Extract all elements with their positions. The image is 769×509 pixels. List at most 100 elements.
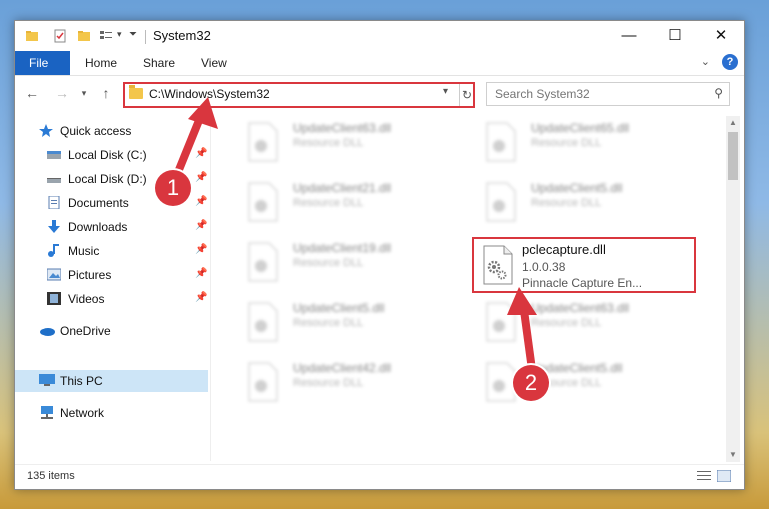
back-arrow-icon[interactable]: ← xyxy=(23,84,41,102)
qa-more-icon[interactable]: ⏷ xyxy=(129,29,143,43)
sidebar-item-label: Music xyxy=(68,244,100,258)
folder-icon xyxy=(25,29,39,43)
sidebar-item-label: Pictures xyxy=(68,268,112,282)
sidebar-item-videos[interactable]: Videos 📌 xyxy=(15,288,208,310)
sidebar-item-label: Local Disk (C:) xyxy=(68,148,147,162)
file-description: Resource DLL xyxy=(293,137,364,149)
pictures-icon xyxy=(46,268,62,281)
sidebar-item-label: Local Disk (D:) xyxy=(68,172,147,186)
maximize-button[interactable]: ☐ xyxy=(652,21,698,51)
properties-icon[interactable] xyxy=(53,29,67,43)
file-description: Resource DLL xyxy=(293,377,364,389)
file-name: UpdateClient63.dll xyxy=(293,121,392,135)
help-icon[interactable]: ? xyxy=(722,54,738,70)
title-bar: ▾ ⏷ System32 — ☐ ✕ xyxy=(15,21,744,51)
sidebar-item-music[interactable]: Music 📌 xyxy=(15,240,208,262)
dll-gear-file-icon xyxy=(482,245,514,285)
view-details-icon[interactable] xyxy=(99,29,113,43)
pin-icon[interactable]: 📌 xyxy=(195,292,207,303)
computer-icon xyxy=(39,374,55,387)
title-separator xyxy=(145,30,146,44)
sidebar-item-label: Videos xyxy=(68,292,105,306)
search-icon[interactable]: ⚲ xyxy=(714,86,723,100)
file-name: pclecapture.dll xyxy=(522,242,606,257)
sidebar-item-this-pc[interactable]: This PC xyxy=(15,370,208,392)
file-tile[interactable]: UpdateClient65.dll Resource DLL xyxy=(463,116,689,172)
pin-icon[interactable]: 📌 xyxy=(195,244,207,255)
file-name: UpdateClient65.dll xyxy=(531,121,630,135)
close-button[interactable]: ✕ xyxy=(698,21,744,51)
sidebar-item-label: This PC xyxy=(60,374,103,388)
file-tile[interactable]: UpdateClient5.dll Resource DLL xyxy=(225,296,451,352)
scroll-down-icon[interactable]: ▼ xyxy=(726,448,740,462)
details-view-icon[interactable] xyxy=(697,470,711,482)
star-icon xyxy=(39,124,53,137)
explorer-window: ▾ ⏷ System32 — ☐ ✕ File Home Share View … xyxy=(14,20,745,490)
item-count: 135 items xyxy=(27,470,75,482)
file-name: UpdateClient42.dll xyxy=(293,361,392,375)
file-description: Resource DLL xyxy=(531,197,602,209)
file-name: UpdateClient19.dll xyxy=(293,241,392,255)
scroll-thumb[interactable] xyxy=(728,132,738,180)
sidebar-item-label: Documents xyxy=(68,196,129,210)
dll-file-icon xyxy=(247,122,279,162)
search-box[interactable]: ⚲ xyxy=(486,82,730,106)
ribbon-tabs: File Home Share View ⌄ ? xyxy=(15,51,744,76)
downloads-icon xyxy=(47,220,61,233)
sidebar-item-downloads[interactable]: Downloads 📌 xyxy=(15,216,208,238)
tab-home[interactable]: Home xyxy=(71,51,131,75)
annotation-badge-2: 2 xyxy=(513,365,549,401)
drive-icon xyxy=(47,172,61,185)
tab-share[interactable]: Share xyxy=(129,51,189,75)
minimize-button[interactable]: — xyxy=(606,21,652,51)
sidebar-item-onedrive[interactable]: OneDrive xyxy=(15,320,208,342)
file-description: Resource DLL xyxy=(293,197,364,209)
file-description: Resource DLL xyxy=(293,317,364,329)
dll-file-icon xyxy=(247,362,279,402)
music-icon xyxy=(47,244,61,257)
pin-icon[interactable]: 📌 xyxy=(195,220,207,231)
sidebar-item-label: Network xyxy=(60,406,105,420)
address-dropdown-icon[interactable]: ▾ xyxy=(443,86,448,97)
sidebar-item-network[interactable]: Network xyxy=(15,402,208,424)
sidebar-item-pictures[interactable]: Pictures 📌 xyxy=(15,264,208,286)
dll-file-icon xyxy=(485,122,517,162)
sidebar-item-label: OneDrive xyxy=(60,324,111,338)
network-icon xyxy=(39,406,53,419)
file-description: Resource DLL xyxy=(293,257,364,269)
file-tile[interactable]: UpdateClient5.dll Resource DLL xyxy=(463,176,689,232)
pin-icon[interactable]: 📌 xyxy=(195,268,207,279)
large-icons-view-icon[interactable] xyxy=(716,469,732,483)
tab-view[interactable]: View xyxy=(187,51,241,75)
new-folder-icon[interactable] xyxy=(77,29,91,43)
file-tile[interactable]: UpdateClient19.dll Resource DLL xyxy=(225,236,451,292)
file-tile[interactable]: UpdateClient21.dll Resource DLL xyxy=(225,176,451,232)
file-tile[interactable]: UpdateClient63.dll Resource DLL xyxy=(225,116,451,172)
sidebar-item-label: Quick access xyxy=(60,124,132,138)
window-title: System32 xyxy=(153,28,211,43)
recent-locations-icon[interactable]: ▾ xyxy=(75,84,93,102)
dll-file-icon xyxy=(485,182,517,222)
onedrive-icon xyxy=(39,324,55,337)
navigation-bar: ← → ▾ ↑ C:\Windows\System32 ▾ ↻ ⚲ xyxy=(15,76,744,112)
videos-icon xyxy=(47,292,61,305)
file-name: UpdateClient5.dll xyxy=(293,301,385,315)
status-bar: 135 items xyxy=(15,464,744,489)
file-name: UpdateClient5.dll xyxy=(531,181,623,195)
tab-file[interactable]: File xyxy=(15,51,70,75)
drive-icon xyxy=(47,148,61,161)
dll-file-icon xyxy=(247,182,279,222)
sidebar-item-label: Downloads xyxy=(68,220,128,234)
documents-icon xyxy=(47,195,61,210)
file-tile[interactable]: UpdateClient42.dll Resource DLL xyxy=(225,356,451,412)
search-input[interactable] xyxy=(493,85,707,103)
dll-file-icon xyxy=(247,302,279,342)
scroll-up-icon[interactable]: ▲ xyxy=(726,116,740,130)
up-arrow-icon[interactable]: ↑ xyxy=(97,84,115,102)
file-version: 1.0.0.38 xyxy=(522,260,566,274)
refresh-icon[interactable]: ↻ xyxy=(459,84,474,106)
expand-ribbon-icon[interactable]: ⌄ xyxy=(701,55,710,68)
forward-arrow-icon[interactable]: → xyxy=(53,84,71,102)
vertical-scrollbar[interactable]: ▲ ▼ xyxy=(726,116,740,462)
folder-icon xyxy=(129,85,143,99)
